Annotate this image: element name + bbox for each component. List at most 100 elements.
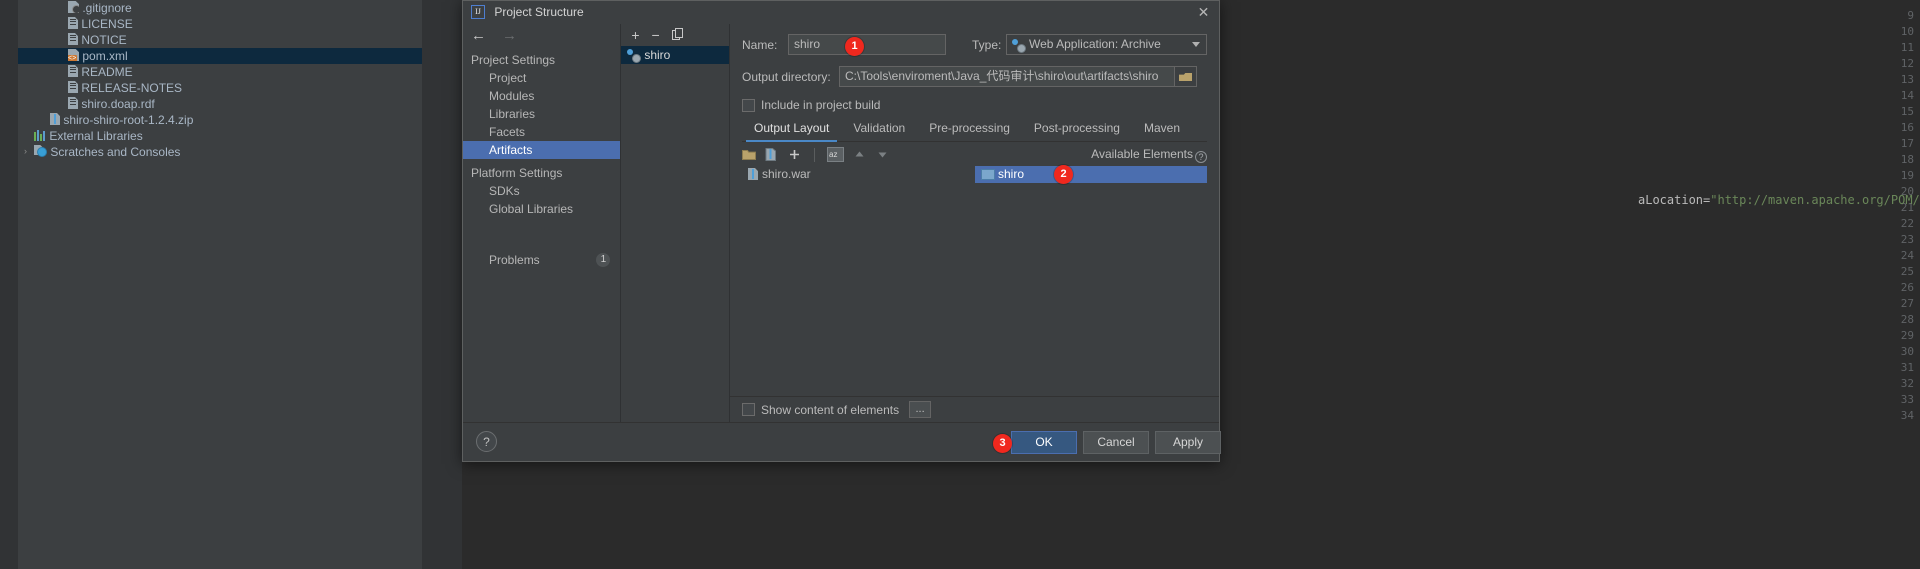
available-elements-tree[interactable]: shiro (975, 166, 1207, 394)
sidebar-item-facets[interactable]: Facets (463, 123, 620, 141)
artifact-name-input[interactable]: shiro (788, 34, 946, 55)
output-directory-input[interactable]: C:\Tools\enviroment\Java_代码审计\shiro\out\… (839, 66, 1175, 87)
line-number: 25 (1900, 265, 1914, 278)
output-layout-toolbar: az Available Elements? (742, 142, 1207, 164)
include-in-build-checkbox[interactable] (742, 98, 755, 112)
ok-button[interactable]: OK (1011, 431, 1077, 454)
nav-group-title: Platform Settings (471, 166, 563, 180)
sidebar-item-sdks[interactable]: SDKs (463, 182, 620, 200)
add-artifact-icon[interactable]: + (631, 28, 639, 42)
chevron-down-icon (1192, 42, 1200, 47)
line-number: 32 (1900, 377, 1914, 390)
browse-folder-icon[interactable] (1175, 66, 1197, 87)
project-tree-row[interactable]: External Libraries (18, 128, 422, 144)
available-element-row[interactable]: shiro (975, 166, 1207, 183)
nav-forward-icon[interactable]: → (502, 28, 517, 43)
line-number: 33 (1900, 393, 1914, 406)
project-tree-row-label: pom.xml (82, 49, 128, 63)
name-label: Name: (742, 37, 778, 52)
artifact-list-item[interactable]: shiro (621, 46, 729, 64)
project-tree-row[interactable]: › Scratches and Consoles (18, 144, 422, 160)
apply-button[interactable]: Apply (1155, 431, 1221, 454)
artifact-type-value: Web Application: Archive (1029, 37, 1161, 51)
project-tree-row[interactable]: pom.xml (18, 48, 422, 64)
project-tree-row[interactable]: RELEASE-NOTES (18, 80, 422, 96)
sidebar-item-project[interactable]: Project (463, 69, 620, 87)
project-tree-row[interactable]: shiro.doap.rdf (18, 96, 422, 112)
sidebar-item-label: Libraries (489, 107, 536, 121)
project-tree-row-label: shiro-shiro-root-1.2.4.zip (63, 113, 194, 127)
tab-maven[interactable]: Maven (1132, 118, 1192, 141)
artifact-details-pane: Name: shiro Type: Web Application: Archi… (730, 24, 1219, 422)
type-label: Type: (972, 37, 1002, 52)
project-tree-row[interactable]: README (18, 64, 422, 80)
tree-twisty-icon[interactable]: › (20, 146, 31, 157)
arrow-up-icon-svg (855, 151, 864, 156)
project-tree-row-label: .gitignore (82, 1, 132, 15)
include-in-build-label: Include in project build (761, 98, 881, 112)
code-attribute: aLocation= (1638, 193, 1711, 207)
create-archive-icon[interactable] (765, 147, 779, 162)
project-tree-row[interactable]: shiro-shiro-root-1.2.4.zip (18, 112, 422, 128)
sidebar-item-problems[interactable]: Problems 1 (463, 251, 620, 269)
sidebar-item-label: SDKs (489, 184, 520, 198)
problems-label: Problems (489, 253, 540, 267)
project-tree-row[interactable]: .gitignore (18, 0, 422, 16)
artifact-tab-bar[interactable]: Output Layout Validation Pre-processing Pos… (742, 118, 1207, 142)
line-number: 28 (1900, 313, 1914, 326)
move-down-icon[interactable] (876, 148, 890, 162)
intellij-logo-icon (471, 5, 485, 19)
add-element-icon[interactable] (788, 148, 802, 162)
artifact-item-list[interactable]: shiro (621, 46, 729, 64)
name-type-row: Name: shiro Type: Web Application: Archi… (742, 34, 1207, 55)
tab-validation[interactable]: Validation (841, 118, 917, 141)
create-directory-icon[interactable] (742, 148, 756, 162)
line-number: 17 (1900, 137, 1914, 150)
line-number: 26 (1900, 281, 1914, 294)
move-up-icon[interactable] (853, 148, 867, 162)
sidebar-item-libraries[interactable]: Libraries (463, 105, 620, 123)
sidebar-item-artifacts[interactable]: Artifacts (463, 141, 621, 159)
copy-icon-svg (671, 27, 683, 40)
settings-nav-pane: ← → Project Settings Project Modules Librar… (463, 24, 622, 422)
project-tool-window: .gitignore LICENSE NOTICE pom.xml README… (0, 0, 422, 569)
available-elements-header: Available Elements? (1091, 147, 1207, 163)
project-structure-dialog: Project Structure ✕ ← → Project Settings… (462, 0, 1221, 462)
sidebar-item-global-libraries[interactable]: Global Libraries (463, 200, 620, 218)
sort-elements-icon[interactable]: az (827, 147, 844, 162)
artifacts-toolbar: + − (621, 24, 729, 46)
artifact-type-select[interactable]: Web Application: Archive (1006, 34, 1207, 55)
text-file-icon (68, 33, 78, 45)
help-icon[interactable]: ? (1195, 151, 1207, 163)
show-content-checkbox[interactable] (742, 403, 755, 416)
nav-back-icon[interactable]: ← (471, 28, 486, 43)
copy-artifact-icon[interactable] (671, 27, 685, 43)
project-tree-row[interactable]: NOTICE (18, 32, 422, 48)
text-file-icon (68, 65, 78, 77)
line-number: 29 (1900, 329, 1914, 342)
project-tree-row-label: LICENSE (81, 17, 133, 31)
project-tree-row[interactable]: LICENSE (18, 16, 422, 32)
tab-pre-processing[interactable]: Pre-processing (917, 118, 1022, 141)
line-number: 9 (1907, 9, 1914, 22)
output-layout-tree[interactable]: shiro.war (742, 166, 975, 394)
show-content-options-button[interactable]: ... (909, 401, 932, 418)
output-element-row[interactable]: shiro.war (742, 166, 975, 183)
help-button[interactable]: ? (476, 431, 497, 452)
line-number: 34 (1900, 409, 1914, 422)
sidebar-item-modules[interactable]: Modules (463, 87, 620, 105)
project-tree-row-label: README (81, 65, 133, 79)
cancel-button[interactable]: Cancel (1083, 431, 1149, 454)
line-number: 30 (1900, 345, 1914, 358)
tab-output-layout[interactable]: Output Layout (742, 118, 841, 142)
line-number: 12 (1900, 57, 1914, 70)
annotation-badge-3: 3 (993, 434, 1012, 453)
remove-artifact-icon[interactable]: − (652, 28, 660, 42)
folder-icon-svg (742, 149, 756, 160)
editor-gutter (422, 0, 462, 569)
artifact-type-icon (1012, 38, 1026, 53)
output-directory-label: Output directory: (742, 69, 831, 84)
project-tree-row-label: External Libraries (49, 129, 143, 143)
close-icon[interactable]: ✕ (1196, 5, 1211, 20)
tab-post-processing[interactable]: Post-processing (1022, 118, 1132, 141)
